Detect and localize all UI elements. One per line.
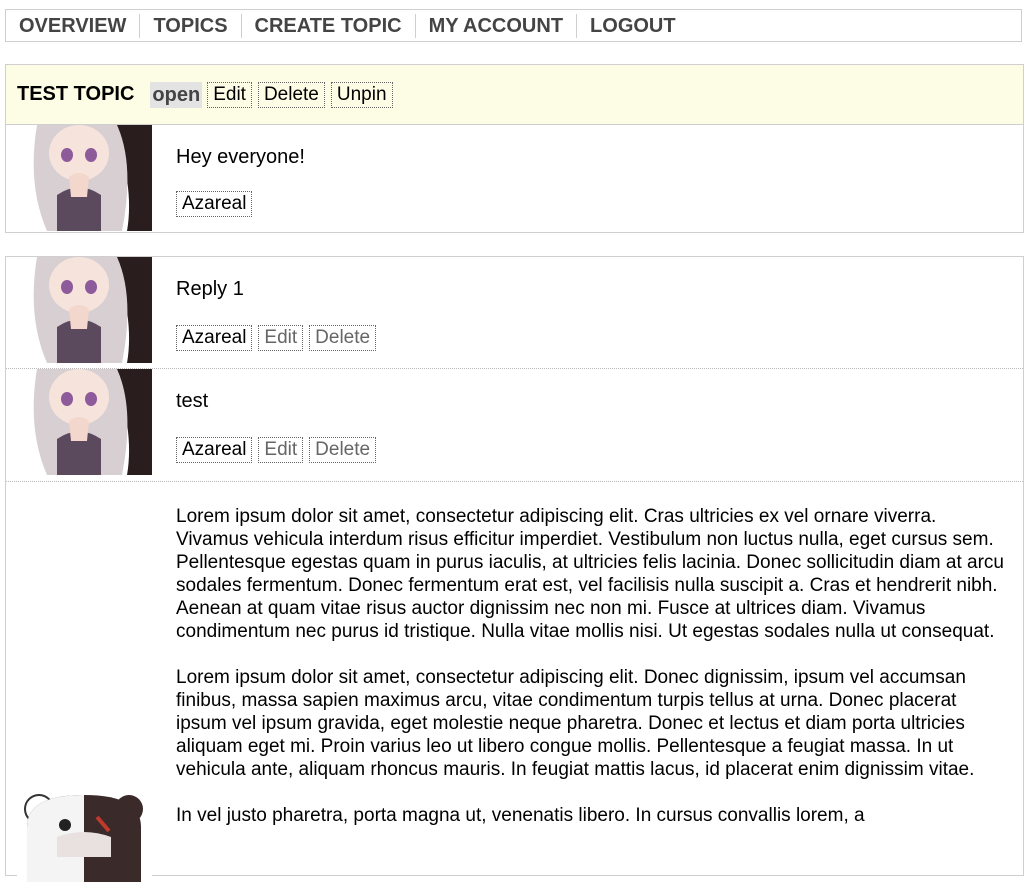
post-text: Hey everyone! — [176, 146, 305, 168]
post-paragraph: Lorem ipsum dolor sit amet, consectetur … — [176, 506, 1004, 642]
replies-card: Reply 1 Azareal Edit Delete test Azareal… — [5, 256, 1024, 882]
topic-delete-button[interactable]: Delete — [257, 81, 325, 108]
nav-topics[interactable]: TOPICS — [140, 13, 242, 38]
user-avatar[interactable] — [17, 257, 152, 363]
reply-edit-button[interactable]: Edit — [258, 437, 304, 463]
monokuma-hood-avatar-image — [17, 787, 152, 882]
reply-delete-button[interactable]: Delete — [309, 325, 377, 351]
opening-post-body: Hey everyone! Azareal — [176, 125, 1023, 217]
reply-post-long: Lorem ipsum dolor sit amet, consectetur … — [6, 482, 1023, 882]
post-paragraph: Lorem ipsum dolor sit amet, consectetur … — [176, 667, 975, 780]
anime-girl-avatar-image — [17, 369, 152, 475]
reply-body: Lorem ipsum dolor sit amet, consectetur … — [176, 482, 1023, 827]
anime-girl-avatar-image — [17, 125, 152, 231]
topic-header: TEST TOPIC open Edit Delete Unpin — [5, 64, 1024, 125]
reply-body: test Azareal Edit Delete — [176, 369, 1023, 463]
post-text: Reply 1 — [176, 278, 244, 300]
user-avatar[interactable] — [17, 125, 152, 231]
reply-post: test Azareal Edit Delete — [6, 369, 1023, 482]
nav-my-account[interactable]: MY ACCOUNT — [416, 13, 578, 38]
opening-post: Hey everyone! Azareal — [6, 125, 1023, 232]
post-actions: Azareal Edit Delete — [176, 325, 1009, 351]
post-actions: Azareal — [176, 191, 1009, 217]
reply-edit-button[interactable]: Edit — [258, 325, 304, 351]
opening-post-card: Hey everyone! Azareal — [5, 124, 1024, 233]
nav-create-topic[interactable]: CREATE TOPIC — [242, 13, 416, 38]
author-button[interactable]: Azareal — [176, 191, 253, 217]
topic-title: TEST TOPIC — [17, 83, 135, 105]
reply-post: Reply 1 Azareal Edit Delete — [6, 257, 1023, 369]
reply-delete-button[interactable]: Delete — [309, 437, 377, 463]
user-avatar[interactable] — [17, 787, 152, 882]
topic-status-badge: open — [150, 81, 203, 108]
topic-unpin-button[interactable]: Unpin — [330, 81, 393, 108]
topic-edit-button[interactable]: Edit — [207, 81, 252, 108]
post-paragraph: In vel justo pharetra, porta magna ut, v… — [176, 805, 865, 826]
user-avatar[interactable] — [17, 369, 152, 475]
reply-body: Reply 1 Azareal Edit Delete — [176, 257, 1023, 351]
author-button[interactable]: Azareal — [176, 325, 253, 351]
top-nav: OVERVIEW TOPICS CREATE TOPIC MY ACCOUNT … — [5, 9, 1022, 42]
nav-logout[interactable]: LOGOUT — [577, 14, 689, 38]
post-actions: Azareal Edit Delete — [176, 437, 1009, 463]
post-text: test — [176, 390, 209, 412]
anime-girl-avatar-image — [17, 257, 152, 363]
nav-overview[interactable]: OVERVIEW — [6, 13, 141, 38]
author-button[interactable]: Azareal — [176, 437, 253, 463]
